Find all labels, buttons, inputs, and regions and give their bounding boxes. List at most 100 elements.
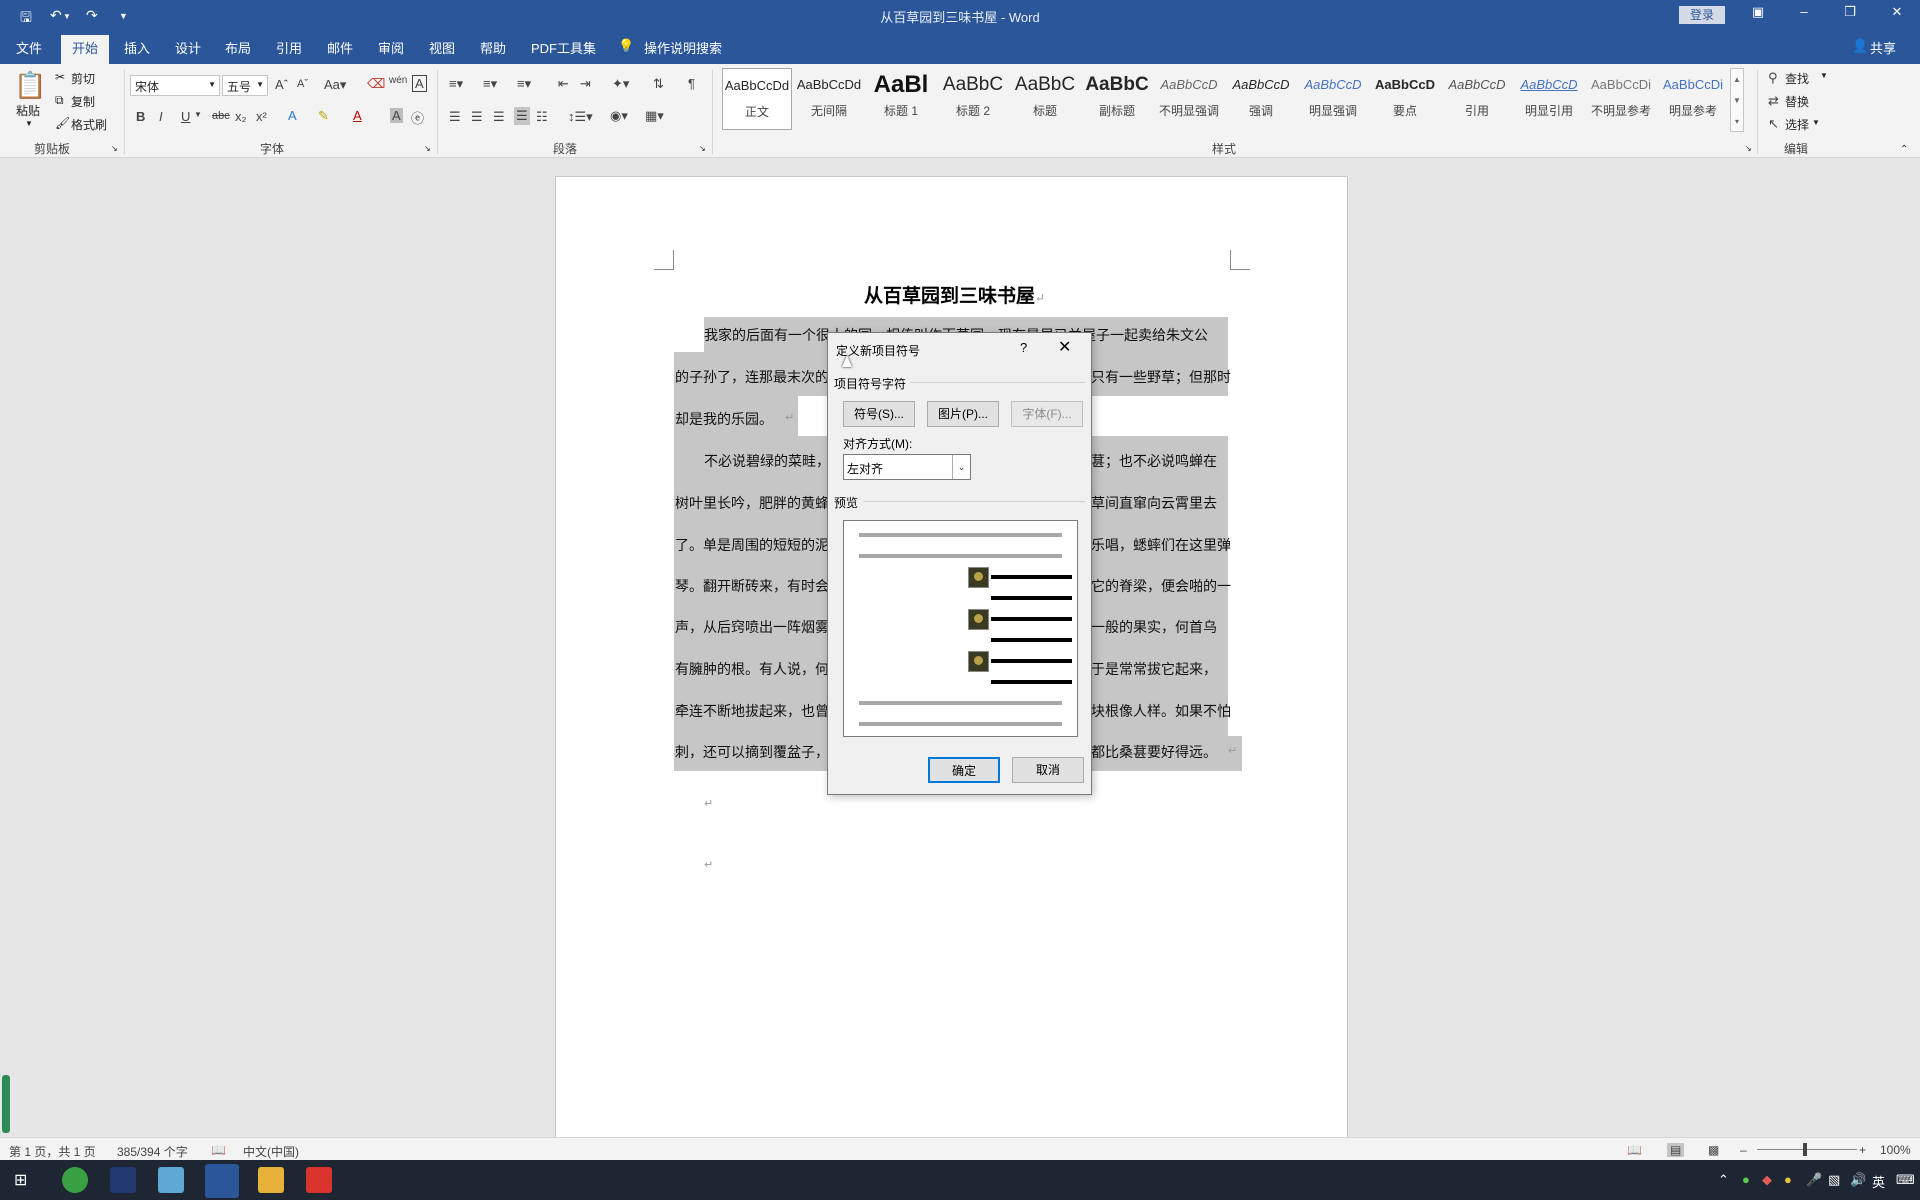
line-spacing-icon[interactable]: ↕☰▾	[568, 109, 593, 125]
clear-formatting-icon[interactable]: ⌫	[367, 76, 385, 92]
microphone-icon[interactable]: 🎤	[1806, 1172, 1822, 1188]
select-button[interactable]: 选择	[1785, 116, 1809, 133]
underline-icon[interactable]: U	[181, 109, 190, 124]
style-subtitle[interactable]: AaBbC 副标题	[1082, 68, 1152, 130]
minimize-icon[interactable]: –	[1792, 4, 1816, 19]
cut-icon[interactable]: ✂	[55, 70, 65, 84]
web-layout-icon[interactable]: ▩	[1708, 1143, 1719, 1157]
paste-dropdown-icon[interactable]: ▼	[25, 119, 33, 128]
page-count[interactable]: 第 1 页，共 1 页	[9, 1143, 96, 1160]
multilevel-list-icon[interactable]: ≡▾	[517, 76, 531, 92]
zoom-level[interactable]: 100%	[1880, 1143, 1911, 1157]
increase-indent-icon[interactable]: ⇥	[580, 76, 591, 92]
style-intense-quote[interactable]: AaBbCcD 明显引用	[1514, 68, 1584, 130]
grow-font-icon[interactable]: Aˆ	[275, 77, 288, 92]
tray-app-icon[interactable]: ◆	[1762, 1172, 1772, 1188]
close-icon[interactable]: ✕	[1885, 4, 1909, 20]
alignment-select[interactable]: 左对齐 ⌄	[843, 454, 971, 480]
ribbon-display-icon[interactable]: ▣	[1746, 4, 1770, 20]
file-explorer-icon[interactable]	[258, 1167, 284, 1193]
zoom-slider-thumb[interactable]	[1803, 1143, 1807, 1156]
align-right-icon[interactable]: ☰	[493, 109, 505, 125]
ok-button[interactable]: 确定	[928, 757, 1000, 783]
font-name-combo[interactable]: 宋体 ▼	[130, 75, 220, 96]
replace-button[interactable]: 替换	[1785, 93, 1809, 110]
strikethrough-icon[interactable]: abc	[212, 110, 230, 122]
style-subtle-emphasis[interactable]: AaBbCcD 不明显强调	[1154, 68, 1224, 130]
app-icon[interactable]	[110, 1167, 136, 1193]
restore-icon[interactable]: ❐	[1838, 4, 1862, 20]
tab-references[interactable]: 引用	[276, 38, 302, 57]
style-intense-emphasis[interactable]: AaBbCcD 明显强调	[1298, 68, 1368, 130]
shrink-font-icon[interactable]: Aˇ	[297, 78, 308, 90]
zoom-slider[interactable]	[1757, 1149, 1857, 1150]
network-icon[interactable]: ▧	[1828, 1172, 1840, 1188]
character-shading-icon[interactable]: A	[390, 108, 403, 123]
keyboard-icon[interactable]: ⌨	[1896, 1172, 1915, 1188]
justify-icon[interactable]: ☰	[514, 107, 530, 125]
highlight-icon[interactable]: ✎	[318, 108, 329, 124]
chevron-down-icon[interactable]: ⌄	[952, 455, 970, 479]
windows-start-icon[interactable]: ⊞	[14, 1170, 27, 1190]
borders-icon[interactable]: ▦▾	[645, 108, 664, 124]
copy-icon[interactable]: ⧉	[55, 93, 64, 108]
tell-me-search[interactable]: 操作说明搜索	[644, 38, 722, 57]
font-color-icon[interactable]: A	[353, 108, 362, 123]
font-button[interactable]: 字体(F)...	[1011, 401, 1083, 427]
numbering-icon[interactable]: ≡▾	[483, 76, 497, 92]
word-app-icon[interactable]	[205, 1164, 239, 1198]
scroll-up-icon[interactable]: ▲	[1731, 69, 1743, 90]
format-painter-icon[interactable]: 🖌	[55, 116, 70, 130]
find-button[interactable]: 查找	[1785, 70, 1809, 87]
notepad-app-icon[interactable]	[158, 1167, 184, 1193]
print-layout-icon[interactable]: ▤	[1667, 1143, 1685, 1157]
align-center-icon[interactable]: ☰	[471, 109, 483, 125]
word-count[interactable]: 385/394 个字	[117, 1143, 188, 1160]
tray-app-icon[interactable]: ●	[1742, 1172, 1750, 1187]
style-quote[interactable]: AaBbCcD 引用	[1442, 68, 1512, 130]
style-subtle-reference[interactable]: AaBbCcDi 不明显参考	[1586, 68, 1656, 130]
clipboard-launcher-icon[interactable]: ↘	[111, 144, 118, 153]
ime-indicator[interactable]: 英	[1872, 1172, 1885, 1191]
align-left-icon[interactable]: ☰	[449, 109, 461, 125]
change-case-icon[interactable]: Aa▾	[324, 77, 346, 93]
collapse-ribbon-icon[interactable]: ⌃	[1900, 144, 1908, 155]
read-mode-icon[interactable]: 📖	[1627, 1143, 1642, 1157]
bold-icon[interactable]: B	[136, 109, 145, 124]
italic-icon[interactable]: I	[159, 109, 163, 124]
text-effects-icon[interactable]: A	[288, 108, 297, 123]
language-indicator[interactable]: 中文(中国)	[243, 1143, 299, 1160]
picture-button[interactable]: 图片(P)...	[927, 401, 999, 427]
style-normal[interactable]: AaBbCcDd 正文	[722, 68, 792, 130]
sort-icon[interactable]: ⇅	[653, 76, 664, 92]
shading-icon[interactable]: ◉▾	[610, 108, 628, 124]
style-strong[interactable]: AaBbCcD 要点	[1370, 68, 1440, 130]
volume-icon[interactable]: 🔊	[1850, 1172, 1866, 1188]
scroll-down-icon[interactable]: ▼	[1731, 90, 1743, 111]
paste-button[interactable]: 粘贴	[16, 102, 40, 119]
tab-file[interactable]: 文件	[16, 38, 42, 57]
chevron-down-icon[interactable]: ▼	[1820, 71, 1828, 80]
tab-review[interactable]: 审阅	[378, 38, 404, 57]
chevron-up-icon[interactable]: ⌃	[1718, 1172, 1729, 1188]
zoom-out-icon[interactable]: –	[1740, 1143, 1747, 1157]
distributed-icon[interactable]: ☷	[536, 109, 548, 125]
styles-launcher-icon[interactable]: ↘	[1745, 144, 1752, 153]
format-painter-button[interactable]: 格式刷	[71, 116, 107, 133]
paste-icon[interactable]: 📋	[14, 70, 46, 101]
style-no-spacing[interactable]: AaBbCcDd 无间隔	[794, 68, 864, 130]
style-heading-2[interactable]: AaBbC 标题 2	[938, 68, 1008, 130]
styles-gallery-scroll[interactable]: ▲ ▼ ▾	[1730, 68, 1744, 132]
subscript-icon[interactable]: x₂	[235, 109, 247, 124]
help-icon[interactable]: ?	[1020, 340, 1027, 355]
style-title[interactable]: AaBbC 标题	[1010, 68, 1080, 130]
cut-button[interactable]: 剪切	[71, 70, 95, 87]
find-icon[interactable]: ⚲	[1768, 70, 1778, 86]
style-intense-reference[interactable]: AaBbCcDi 明显参考	[1658, 68, 1728, 130]
font-launcher-icon[interactable]: ↘	[424, 144, 431, 153]
tab-layout[interactable]: 布局	[225, 38, 251, 57]
style-heading-1[interactable]: AaBl 标题 1	[866, 68, 936, 130]
zoom-in-icon[interactable]: +	[1859, 1143, 1866, 1157]
replace-icon[interactable]: ⇄	[1768, 93, 1779, 109]
browser-app-icon[interactable]	[62, 1167, 88, 1193]
